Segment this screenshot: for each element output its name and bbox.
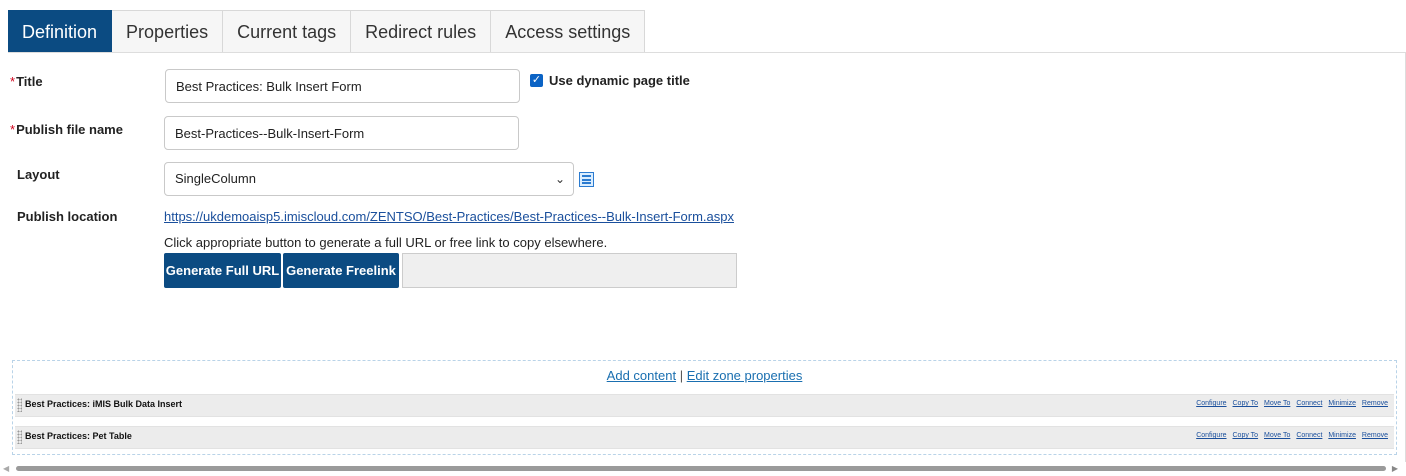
dynamic-title-checkbox[interactable]: ✓ [530, 74, 543, 87]
tab-redirect-rules[interactable]: Redirect rules [351, 10, 492, 52]
move-to-link[interactable]: Move To [1264, 400, 1290, 407]
minimize-link[interactable]: Minimize [1328, 400, 1356, 407]
copy-to-link[interactable]: Copy To [1233, 432, 1259, 439]
generated-link-field[interactable] [402, 253, 737, 288]
publish-location-label: Publish location [17, 209, 118, 224]
minimize-link[interactable]: Minimize [1328, 432, 1356, 439]
tab-bar: Definition Properties Current tags Redir… [8, 10, 646, 52]
title-input[interactable] [165, 69, 520, 103]
publish-location-link[interactable]: https://ukdemoaisp5.imiscloud.com/ZENTSO… [164, 209, 734, 224]
generate-freelink-button[interactable]: Generate Freelink [283, 253, 399, 288]
edit-zone-properties-link[interactable]: Edit zone properties [687, 368, 803, 383]
content-part: Best Practices: Pet Table Configure Copy… [15, 426, 1394, 449]
add-content-link[interactable]: Add content [607, 368, 676, 383]
scrollbar-thumb[interactable] [16, 466, 1386, 471]
configure-link[interactable]: Configure [1196, 432, 1226, 439]
chevron-down-icon: ⌄ [554, 172, 565, 186]
zone-link-separator: | [679, 368, 684, 383]
tab-access-settings[interactable]: Access settings [491, 10, 646, 52]
required-marker: * [10, 74, 16, 89]
remove-link[interactable]: Remove [1362, 432, 1388, 439]
connect-link[interactable]: Connect [1296, 400, 1322, 407]
tab-properties[interactable]: Properties [112, 10, 224, 52]
content-part-title: Best Practices: iMIS Bulk Data Insert [25, 399, 183, 409]
dynamic-title-label: Use dynamic page title [549, 73, 690, 88]
publish-file-input[interactable] [164, 116, 519, 150]
content-part-actions: Configure Copy To Move To Connect Minimi… [1192, 432, 1388, 439]
layout-preview-icon[interactable] [579, 172, 594, 187]
horizontal-scrollbar[interactable]: ◀ ▶ [0, 463, 1406, 474]
connect-link[interactable]: Connect [1296, 432, 1322, 439]
layout-select[interactable]: SingleColumn ⌄ [164, 162, 574, 196]
generate-full-url-button[interactable]: Generate Full URL [164, 253, 281, 288]
title-label: *Title [10, 74, 43, 89]
publish-file-label: *Publish file name [10, 122, 123, 137]
copy-to-link[interactable]: Copy To [1233, 400, 1259, 407]
configure-link[interactable]: Configure [1196, 400, 1226, 407]
content-zone: Add content | Edit zone properties Best … [12, 360, 1397, 455]
drag-handle-icon[interactable] [17, 430, 22, 444]
move-to-link[interactable]: Move To [1264, 432, 1290, 439]
tab-definition[interactable]: Definition [8, 10, 113, 52]
content-part-actions: Configure Copy To Move To Connect Minimi… [1192, 400, 1388, 407]
layout-label: Layout [17, 167, 60, 182]
content-part-title: Best Practices: Pet Table [25, 431, 132, 441]
scroll-right-arrow-icon[interactable]: ▶ [1392, 464, 1398, 473]
scroll-left-arrow-icon[interactable]: ◀ [3, 464, 9, 473]
layout-selected-value: SingleColumn [175, 171, 256, 186]
remove-link[interactable]: Remove [1362, 400, 1388, 407]
required-marker: * [10, 122, 16, 137]
generate-hint: Click appropriate button to generate a f… [164, 235, 608, 250]
content-part: Best Practices: iMIS Bulk Data Insert Co… [15, 394, 1394, 417]
drag-handle-icon[interactable] [17, 398, 22, 412]
zone-links: Add content | Edit zone properties [13, 368, 1396, 383]
tab-current-tags[interactable]: Current tags [223, 10, 352, 52]
